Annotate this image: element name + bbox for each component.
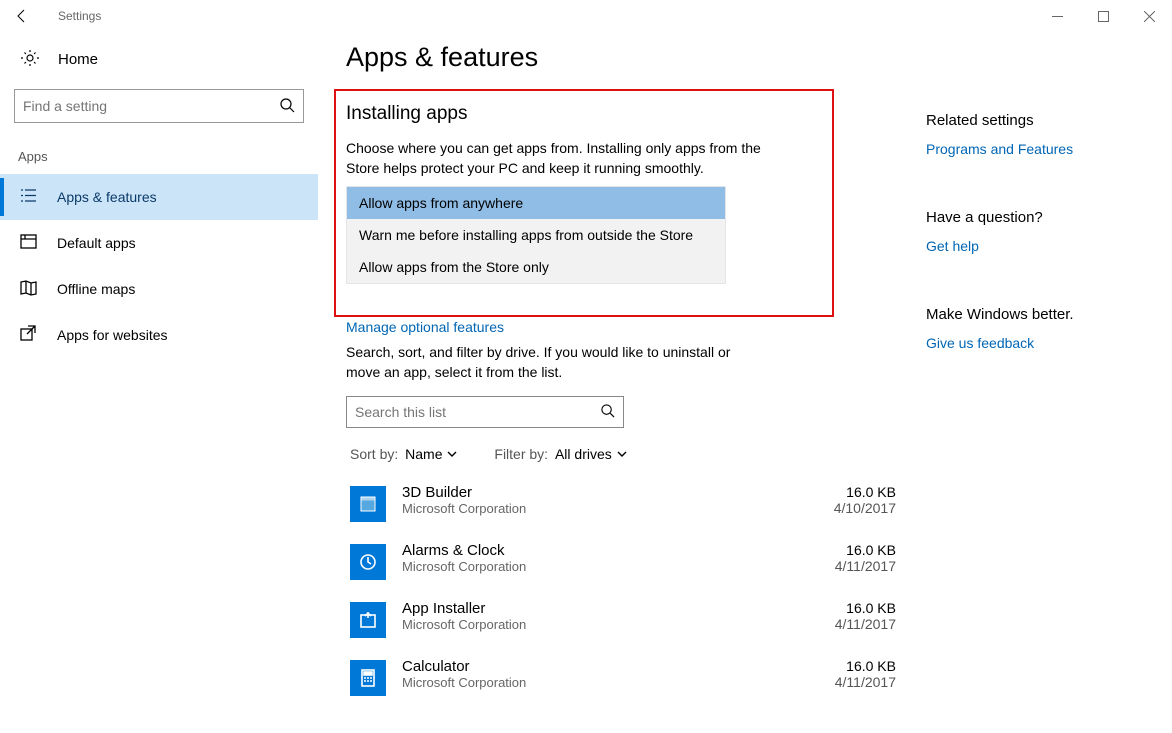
search-icon [279, 97, 295, 116]
sidebar-item-apps-features[interactable]: Apps & features [0, 174, 318, 220]
app-size: 16.0 KB [835, 658, 896, 674]
dropdown-option-anywhere[interactable]: Allow apps from anywhere [347, 187, 725, 219]
app-name: Calculator [402, 658, 835, 675]
sidebar-item-apps-for-websites[interactable]: Apps for websites [0, 312, 318, 358]
app-date: 4/11/2017 [835, 616, 896, 632]
sidebar-item-label: Apps & features [57, 189, 157, 205]
app-list-item[interactable]: 3D BuilderMicrosoft Corporation16.0 KB4/… [346, 478, 906, 536]
app-list-item[interactable]: CalculatorMicrosoft Corporation16.0 KB4/… [346, 652, 906, 710]
app-list-item[interactable]: App InstallerMicrosoft Corporation16.0 K… [346, 594, 906, 652]
page-title: Apps & features [346, 42, 906, 73]
app-list-item[interactable]: Alarms & ClockMicrosoft Corporation16.0 … [346, 536, 906, 594]
chevron-down-icon [616, 446, 628, 462]
maximize-button[interactable] [1080, 0, 1126, 32]
app-icon [350, 660, 386, 696]
app-date: 4/11/2017 [835, 558, 896, 574]
open-external-icon [20, 325, 37, 345]
app-list-search-input[interactable] [355, 404, 600, 420]
list-icon [20, 187, 37, 207]
section-title: Installing apps [346, 103, 822, 125]
home-button[interactable]: Home [0, 38, 318, 81]
dropdown-option-warn[interactable]: Warn me before installing apps from outs… [347, 219, 725, 251]
app-publisher: Microsoft Corporation [402, 559, 835, 574]
window-controls [1034, 0, 1172, 32]
get-help-link[interactable]: Get help [926, 238, 979, 254]
app-name: Alarms & Clock [402, 542, 835, 559]
sidebar-item-label: Offline maps [57, 281, 135, 297]
app-publisher: Microsoft Corporation [402, 675, 835, 690]
window-title: Settings [58, 9, 101, 23]
search-icon [600, 403, 615, 421]
app-icon [350, 486, 386, 522]
aside-panel: Related settings Programs and Features H… [906, 42, 1158, 733]
app-date: 4/11/2017 [835, 674, 896, 690]
sidebar: Home Apps Apps & features [0, 32, 318, 733]
app-name: 3D Builder [402, 484, 834, 501]
sidebar-item-offline-maps[interactable]: Offline maps [0, 266, 318, 312]
gear-icon [20, 48, 40, 71]
installing-apps-highlight: Installing apps Choose where you can get… [334, 89, 834, 317]
chevron-down-icon [446, 446, 458, 462]
filter-by-control[interactable]: Filter by: All drives [494, 446, 627, 462]
give-feedback-link[interactable]: Give us feedback [926, 335, 1034, 351]
app-icon [350, 544, 386, 580]
find-setting-search[interactable] [14, 89, 304, 123]
manage-optional-features-link[interactable]: Manage optional features [346, 319, 504, 335]
app-publisher: Microsoft Corporation [402, 617, 835, 632]
related-settings-heading: Related settings [926, 112, 1158, 129]
main-content: Apps & features Installing apps Choose w… [346, 42, 906, 733]
app-size: 16.0 KB [834, 484, 896, 500]
default-apps-icon [20, 233, 37, 253]
install-source-dropdown[interactable]: Allow apps from anywhere Warn me before … [346, 186, 726, 284]
app-publisher: Microsoft Corporation [402, 501, 834, 516]
sidebar-item-label: Default apps [57, 235, 136, 251]
minimize-button[interactable] [1034, 0, 1080, 32]
app-name: App Installer [402, 600, 835, 617]
map-icon [20, 279, 37, 299]
titlebar: Settings [0, 0, 1172, 32]
app-list-hint: Search, sort, and filter by drive. If yo… [346, 343, 766, 382]
question-heading: Have a question? [926, 209, 1158, 226]
dropdown-option-store-only[interactable]: Allow apps from the Store only [347, 251, 725, 283]
section-description: Choose where you can get apps from. Inst… [346, 139, 796, 178]
home-label: Home [58, 51, 98, 68]
programs-features-link[interactable]: Programs and Features [926, 141, 1073, 157]
app-date: 4/10/2017 [834, 500, 896, 516]
back-button[interactable] [10, 4, 34, 28]
close-button[interactable] [1126, 0, 1172, 32]
app-icon [350, 602, 386, 638]
app-size: 16.0 KB [835, 600, 896, 616]
feedback-heading: Make Windows better. [926, 306, 1158, 323]
sidebar-section-apps: Apps [0, 145, 318, 174]
find-setting-input[interactable] [23, 98, 279, 114]
sidebar-item-label: Apps for websites [57, 327, 168, 343]
app-list: 3D BuilderMicrosoft Corporation16.0 KB4/… [346, 478, 906, 710]
sidebar-item-default-apps[interactable]: Default apps [0, 220, 318, 266]
app-size: 16.0 KB [835, 542, 896, 558]
app-list-search[interactable] [346, 396, 624, 428]
sort-by-control[interactable]: Sort by: Name [350, 446, 458, 462]
